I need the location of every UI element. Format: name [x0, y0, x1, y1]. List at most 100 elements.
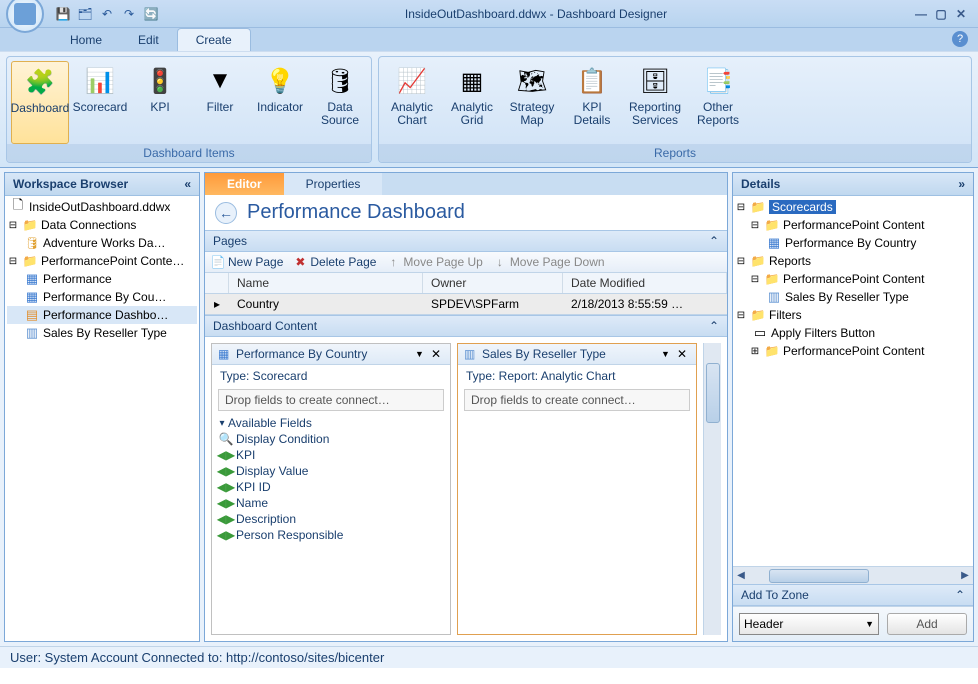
ribbon-strategy-map[interactable]: 🗺 Strategy Map: [503, 61, 561, 144]
save-icon[interactable]: 💾: [54, 5, 72, 23]
close-icon[interactable]: ✕: [674, 347, 690, 361]
ribbon-data-source[interactable]: 🛢 Data Source: [311, 61, 369, 144]
collapse-icon[interactable]: ⌃: [955, 588, 965, 602]
list-item[interactable]: ◀▶Display Value: [216, 463, 446, 479]
collapse-toggle-icon[interactable]: ⊟: [735, 256, 747, 267]
collapse-icon[interactable]: ⌃: [709, 234, 719, 248]
tree-item-performance[interactable]: Performance: [7, 270, 197, 288]
add-to-zone-header: Add To Zone ⌃: [733, 584, 973, 606]
collapse-icon[interactable]: ⌃: [709, 319, 719, 333]
tab-create[interactable]: Create: [177, 28, 251, 51]
scrollbar-thumb[interactable]: [706, 363, 720, 423]
zone-select[interactable]: Header ▼: [739, 613, 879, 635]
grid-header-owner[interactable]: Owner: [423, 273, 563, 293]
editor-panel: Editor Properties ← Performance Dashboar…: [204, 172, 728, 642]
scroll-right-icon[interactable]: ▶: [957, 570, 973, 581]
back-button[interactable]: ←: [215, 202, 237, 224]
refresh-icon[interactable]: 🔄: [142, 5, 160, 23]
grid-header-date[interactable]: Date Modified: [563, 273, 727, 293]
redo-icon[interactable]: ↷: [120, 5, 138, 23]
vertical-scrollbar[interactable]: [703, 343, 721, 635]
collapse-toggle-icon[interactable]: ⊟: [749, 274, 761, 285]
drop-area[interactable]: Drop fields to create connect…: [464, 389, 690, 411]
dropdown-icon[interactable]: ▼: [411, 349, 428, 359]
maximize-button[interactable]: ▢: [932, 6, 950, 22]
folder-icon: [764, 343, 780, 359]
undo-icon[interactable]: ↶: [98, 5, 116, 23]
tree-item-perf-by-country[interactable]: Performance By Country: [735, 234, 971, 252]
zone-performance-by-country[interactable]: Performance By Country ▼ ✕ Type: Scoreca…: [211, 343, 451, 635]
help-icon[interactable]: ?: [952, 31, 968, 47]
tree-item-pp-content[interactable]: ⊟PerformancePoint Content: [735, 216, 971, 234]
grid-header-name[interactable]: Name: [229, 273, 423, 293]
ribbon-filter[interactable]: ▼ Filter: [191, 61, 249, 144]
new-page-button[interactable]: 📄New Page: [211, 255, 283, 269]
ribbon-indicator[interactable]: 💡 Indicator: [251, 61, 309, 144]
tab-edit[interactable]: Edit: [120, 29, 177, 51]
scroll-left-icon[interactable]: ◀: [733, 570, 749, 581]
tree-item-pp-content[interactable]: ⊟PerformancePoint Content: [735, 270, 971, 288]
details-tree: ⊟Scorecards ⊟PerformancePoint Content Pe…: [733, 196, 973, 566]
list-item[interactable]: ◀▶Description: [216, 511, 446, 527]
list-item[interactable]: 🔍Display Condition: [216, 431, 446, 447]
move-page-down-button[interactable]: ↓Move Page Down: [493, 255, 605, 269]
zone-type: Type: Scorecard: [212, 365, 450, 387]
ribbon-analytic-chart[interactable]: 📈 Analytic Chart: [383, 61, 441, 144]
tree-item-perf-dashboard[interactable]: Performance Dashbo…: [7, 306, 197, 324]
table-row[interactable]: ▸ Country SPDEV\SPFarm 2/18/2013 8:55:59…: [205, 294, 727, 314]
tree-item-reports[interactable]: ⊟Reports: [735, 252, 971, 270]
ribbon-other-reports[interactable]: 📑 Other Reports: [689, 61, 747, 144]
dropdown-icon[interactable]: ▼: [657, 349, 674, 359]
dashboard-icon: 🧩: [24, 66, 56, 98]
tree-item-pp-content[interactable]: ⊟PerformancePoint Conte…: [7, 252, 197, 270]
collapse-toggle-icon[interactable]: ⊟: [7, 220, 19, 231]
collapse-icon[interactable]: «: [184, 177, 191, 191]
tree-item-perf-by-country[interactable]: Performance By Cou…: [7, 288, 197, 306]
ribbon-scorecard[interactable]: 📊 Scorecard: [71, 61, 129, 144]
workspace-browser-panel: Workspace Browser « 🗋InsideOutDashboard.…: [4, 172, 200, 642]
collapse-toggle-icon[interactable]: ⊟: [7, 256, 19, 267]
tree-item-data-connections[interactable]: ⊟Data Connections: [7, 216, 197, 234]
list-item[interactable]: ◀▶Person Responsible: [216, 527, 446, 543]
ribbon-kpi[interactable]: 🚦 KPI: [131, 61, 189, 144]
tab-home[interactable]: Home: [52, 29, 120, 51]
horizontal-scrollbar[interactable]: ◀ ▶: [733, 566, 973, 584]
tab-editor[interactable]: Editor: [205, 173, 284, 195]
tree-item-root[interactable]: 🗋InsideOutDashboard.ddwx: [7, 198, 197, 216]
move-page-up-button[interactable]: ↑Move Page Up: [386, 255, 482, 269]
collapse-toggle-icon[interactable]: ⊟: [749, 220, 761, 231]
ribbon-dashboard[interactable]: 🧩 Dashboard: [11, 61, 69, 144]
collapse-toggle-icon[interactable]: ⊟: [735, 202, 747, 213]
list-item[interactable]: ◀▶Name: [216, 495, 446, 511]
collapse-icon[interactable]: »: [958, 177, 965, 191]
tree-item-apply-filters[interactable]: ▭Apply Filters Button: [735, 324, 971, 342]
fields-header[interactable]: ▾Available Fields: [216, 415, 446, 431]
tree-item-pp-content[interactable]: ⊞PerformancePoint Content: [735, 342, 971, 360]
tree-item-filters[interactable]: ⊟Filters: [735, 306, 971, 324]
zone-sales-by-reseller[interactable]: Sales By Reseller Type ▼ ✕ Type: Report:…: [457, 343, 697, 635]
ribbon-reporting-services[interactable]: 🗄 Reporting Services: [623, 61, 687, 144]
tab-properties[interactable]: Properties: [284, 173, 383, 195]
close-icon[interactable]: ✕: [428, 347, 444, 361]
list-item[interactable]: ◀▶KPI: [216, 447, 446, 463]
expand-toggle-icon[interactable]: ⊞: [749, 346, 761, 357]
tree-item-scorecards[interactable]: ⊟Scorecards: [735, 198, 971, 216]
tree-item-adventure-works[interactable]: Adventure Works Da…: [7, 234, 197, 252]
collapse-toggle-icon[interactable]: ⊟: [735, 310, 747, 321]
pages-toolbar: 📄New Page ✖Delete Page ↑Move Page Up ↓Mo…: [205, 252, 727, 273]
tree-item-sales-by-reseller[interactable]: Sales By Reseller Type: [735, 288, 971, 306]
saveall-icon[interactable]: 🗂: [76, 5, 94, 23]
field-icon: ◀▶: [218, 512, 234, 526]
tree-item-sales-by-reseller[interactable]: Sales By Reseller Type: [7, 324, 197, 342]
database-icon: [24, 235, 40, 251]
close-button[interactable]: ✕: [952, 6, 970, 22]
add-button[interactable]: Add: [887, 613, 967, 635]
minimize-button[interactable]: —: [912, 6, 930, 22]
ribbon-analytic-grid[interactable]: ▦ Analytic Grid: [443, 61, 501, 144]
drop-area[interactable]: Drop fields to create connect…: [218, 389, 444, 411]
delete-page-button[interactable]: ✖Delete Page: [293, 255, 376, 269]
ribbon-kpi-details[interactable]: 📋 KPI Details: [563, 61, 621, 144]
scrollbar-thumb[interactable]: [769, 569, 869, 583]
collapse-toggle-icon[interactable]: ▾: [216, 418, 228, 429]
list-item[interactable]: ◀▶KPI ID: [216, 479, 446, 495]
